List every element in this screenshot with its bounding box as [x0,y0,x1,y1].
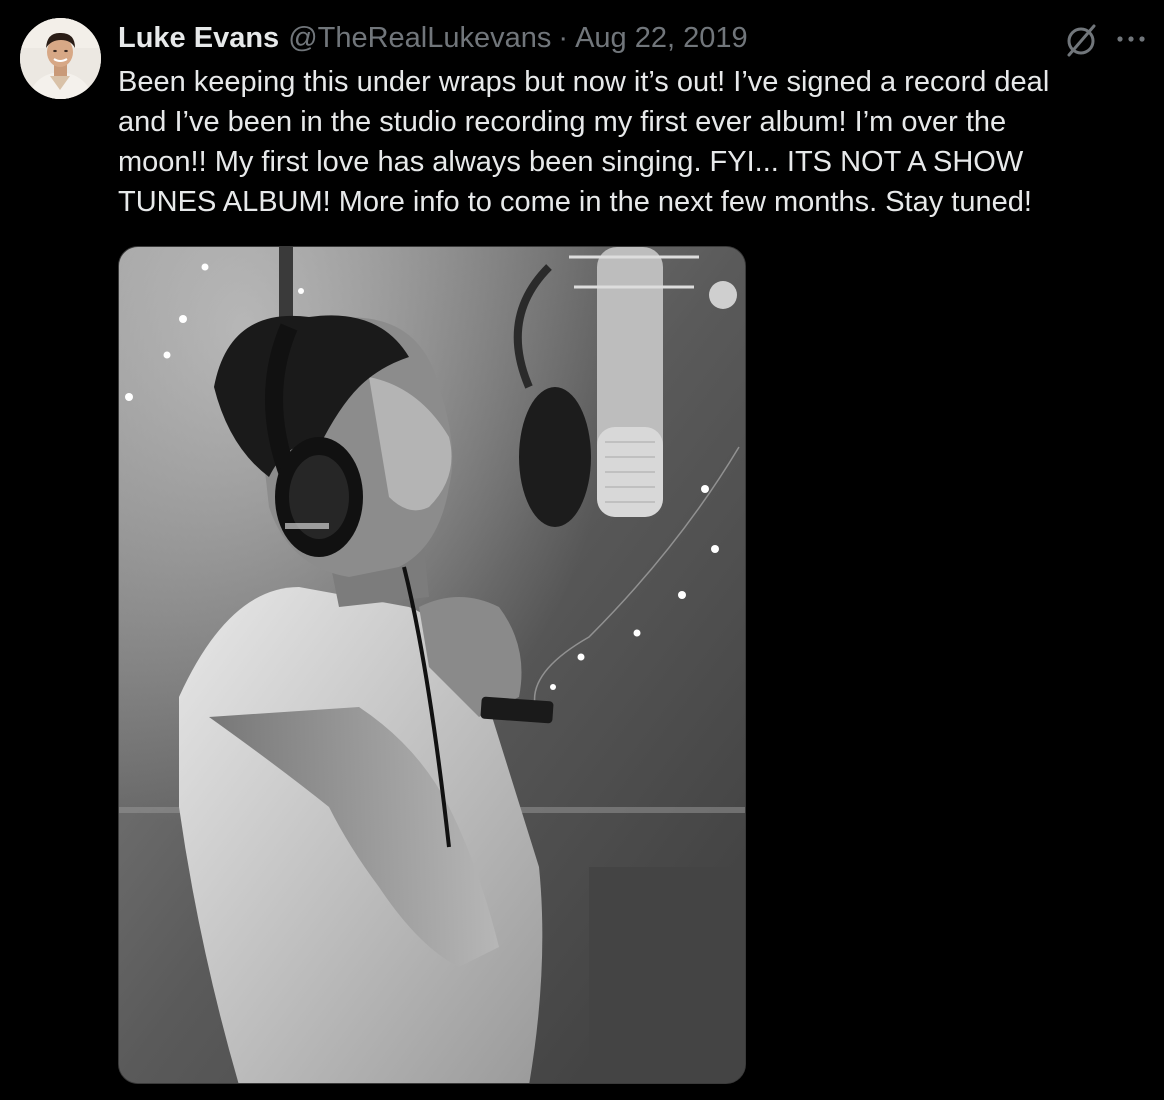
tweet-text: Been keeping this under wraps but now it… [118,62,1128,222]
avatar[interactable] [20,18,101,99]
more-icon[interactable] [1114,26,1150,52]
tweet-photo[interactable] [118,246,746,1084]
tweet-text-line: and I’ve been in the studio recording my… [118,106,1007,138]
tweet-date[interactable]: Aug 22, 2019 [575,20,748,56]
author-display-name[interactable]: Luke Evans [118,20,279,56]
tweet[interactable]: Luke Evans @TheRealLukevans · Aug 22, 20… [0,0,1164,1100]
avatar-image [20,18,101,99]
tweet-text-line: moon!! My first love has always been sin… [118,146,1024,178]
tweet-text-line: Been keeping this under wraps but now it… [118,66,1050,98]
grok-icon[interactable] [1063,22,1099,58]
author-handle[interactable]: @TheRealLukevans [288,20,551,56]
header-separator: · [558,22,569,54]
tweet-text-line: TUNES ALBUM! More info to come in the ne… [118,186,1032,218]
tweet-header: Luke Evans @TheRealLukevans · Aug 22, 20… [118,20,748,56]
studio-photo [119,247,745,1083]
